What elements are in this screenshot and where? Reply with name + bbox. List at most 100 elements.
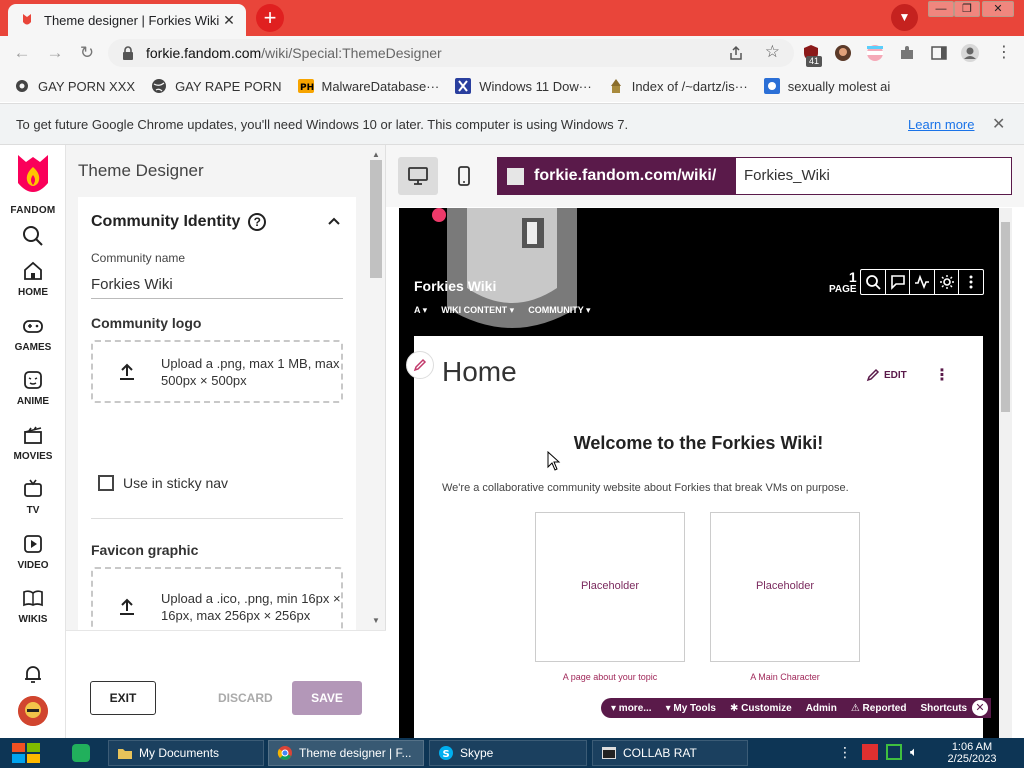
preview-scrollbar-thumb[interactable] [1001, 222, 1010, 412]
exit-button[interactable]: EXIT [90, 681, 156, 715]
notifications-bell-icon[interactable] [22, 663, 44, 685]
search-icon[interactable] [22, 225, 44, 247]
bookmark-item[interactable]: Index of /~dartz/is··· [608, 78, 748, 94]
placeholder-box[interactable]: Placeholder [535, 512, 685, 662]
upload-icon [120, 598, 134, 615]
edit-theme-circle-button[interactable] [406, 351, 434, 379]
bookmark-item[interactable]: GAY PORN XXX [14, 78, 135, 94]
extension-pride-icon[interactable] [866, 44, 884, 62]
mobile-preview-button[interactable] [444, 157, 484, 195]
placeholder-caption[interactable]: A page about your topic [535, 672, 685, 682]
window-close-button[interactable]: ✕ [982, 1, 1014, 17]
rail-item-games[interactable]: GAMES [0, 315, 66, 367]
article-more-icon[interactable]: ⋮ [934, 365, 950, 385]
forward-arrow-icon[interactable]: → [44, 42, 66, 64]
section-header[interactable]: Community Identity ? [91, 213, 267, 231]
bookmark-label: sexually molest ai [787, 78, 891, 94]
nav-wiki-content-tab[interactable]: WIKI CONTENT ▾ [441, 305, 514, 316]
address-bar[interactable]: forkie.fandom.com/wiki/Special:ThemeDesi… [108, 39, 794, 67]
preview-wiki-name[interactable]: Forkies Wiki [414, 278, 496, 294]
learn-more-link[interactable]: Learn more [908, 117, 974, 132]
preview-search-button[interactable] [861, 270, 886, 294]
taskbar-item-my-documents[interactable]: My Documents [108, 740, 264, 766]
window-minimize-button[interactable]: — [928, 1, 954, 17]
preview-discuss-button[interactable] [886, 270, 911, 294]
share-icon[interactable] [728, 45, 744, 61]
community-name-input[interactable]: Forkies Wiki [91, 273, 343, 299]
sticky-nav-checkbox[interactable] [98, 475, 114, 491]
rail-item-home[interactable]: HOME [0, 260, 66, 312]
toolbar-admin[interactable]: Admin [806, 703, 837, 714]
desktop-preview-button[interactable] [398, 157, 438, 195]
toolbar-more[interactable]: ▾ more... [611, 703, 652, 714]
tray-flag-icon[interactable] [862, 744, 878, 760]
reload-icon[interactable]: ↻ [76, 42, 98, 64]
tab-search-chevron-icon[interactable]: ▼ [891, 4, 918, 31]
browser-menu-icon[interactable]: ⋮ [996, 42, 1012, 62]
toolbar-reported[interactable]: ⚠ Reported [851, 703, 907, 714]
save-button[interactable]: SAVE [292, 681, 362, 715]
fandom-logo-icon[interactable] [16, 153, 50, 199]
infobar-close-icon[interactable]: ✕ [992, 114, 1005, 134]
back-arrow-icon[interactable]: ← [11, 42, 33, 64]
rail-item-movies[interactable]: MOVIES [0, 424, 66, 476]
preview-toolbar: forkie.fandom.com/wiki/ Forkies_Wiki [386, 145, 1024, 207]
rail-item-anime[interactable]: ANIME [0, 369, 66, 421]
nav-explore-tab[interactable]: A ▾ [414, 305, 427, 316]
bookmark-star-icon[interactable]: ☆ [765, 42, 780, 62]
favicon-upload-dropzone[interactable]: Upload a .ico, .png, min 16px × 16px, ma… [91, 567, 343, 630]
tray-overflow-icon[interactable]: ⋮ [838, 744, 854, 760]
extension-avatar-icon[interactable] [834, 44, 852, 62]
extensions-puzzle-icon[interactable] [898, 44, 916, 62]
article-edit-button[interactable]: EDIT [866, 368, 907, 382]
anime-icon [24, 371, 42, 389]
chat-app-icon[interactable] [72, 744, 90, 762]
panel-scrollbar-thumb[interactable] [370, 160, 382, 278]
toolbar-shortcuts[interactable]: Shortcuts [920, 703, 967, 714]
taskbar-item-collab-rat[interactable]: COLLAB RAT [592, 740, 748, 766]
tab-close-icon[interactable]: ✕ [220, 11, 238, 29]
taskbar-item-skype[interactable]: S Skype [429, 740, 587, 766]
side-panel-icon[interactable] [930, 44, 948, 62]
toolbar-customize[interactable]: ✱ Customize [730, 703, 792, 714]
preview-theme-button[interactable] [935, 270, 960, 294]
rail-item-tv[interactable]: TV [0, 478, 66, 530]
window-maximize-button[interactable]: ❐ [954, 1, 980, 17]
user-avatar[interactable] [18, 696, 48, 726]
tray-volume-icon[interactable]: 🔈︎ [910, 744, 926, 760]
bookmark-item[interactable]: PH MalwareDatabase··· [297, 78, 439, 94]
sticky-nav-checkbox-row[interactable]: Use in sticky nav [98, 475, 228, 491]
rail-item-video[interactable]: VIDEO [0, 533, 66, 585]
placeholder-box[interactable]: Placeholder [710, 512, 860, 662]
browser-tab[interactable]: Theme designer | Forkies Wiki ✕ [8, 4, 246, 36]
placeholder-caption[interactable]: A Main Character [710, 672, 860, 682]
preview-page-input[interactable]: Forkies_Wiki [735, 157, 1012, 195]
help-icon[interactable]: ? [248, 213, 267, 231]
toolbar-my-tools[interactable]: ▾ My Tools [666, 703, 716, 714]
logo-upload-dropzone[interactable]: Upload a .png, max 1 MB, max 500px × 500… [91, 340, 343, 403]
bookmark-item[interactable]: Windows 11 Dow··· [455, 78, 592, 94]
windows-start-icon[interactable] [8, 740, 44, 766]
page-count-number: 1 [848, 269, 857, 285]
chevron-up-icon[interactable] [326, 213, 342, 229]
preview-activity-button[interactable] [910, 270, 935, 294]
scroll-up-arrow-icon[interactable]: ▲ [372, 150, 380, 159]
community-name-label: Community name [91, 251, 186, 265]
bookmark-label: GAY RAPE PORN [175, 78, 282, 94]
scroll-down-arrow-icon[interactable]: ▼ [372, 616, 380, 625]
taskbar-item-chrome[interactable]: Theme designer | F... [268, 740, 424, 766]
new-tab-button[interactable]: + [256, 4, 284, 32]
bookmark-item[interactable]: GAY RAPE PORN [151, 78, 282, 94]
toolbar-close-icon[interactable]: ✕ [972, 700, 988, 716]
bookmark-item[interactable]: sexually molest ai [763, 78, 891, 94]
preview-more-button[interactable] [959, 270, 983, 294]
taskbar-clock[interactable]: 1:06 AM 2/25/2023 [932, 741, 1012, 765]
nav-community-tab[interactable]: COMMUNITY ▾ [528, 305, 590, 316]
taskbar-item-label: My Documents [139, 746, 220, 760]
rail-item-wikis[interactable]: WIKIS [0, 587, 66, 639]
profile-avatar-icon[interactable] [960, 43, 980, 63]
tray-network-icon[interactable] [886, 744, 902, 760]
placeholder-text: Placeholder [755, 580, 815, 592]
discard-button[interactable]: DISCARD [218, 691, 273, 705]
section-title: Community Identity [91, 213, 241, 230]
